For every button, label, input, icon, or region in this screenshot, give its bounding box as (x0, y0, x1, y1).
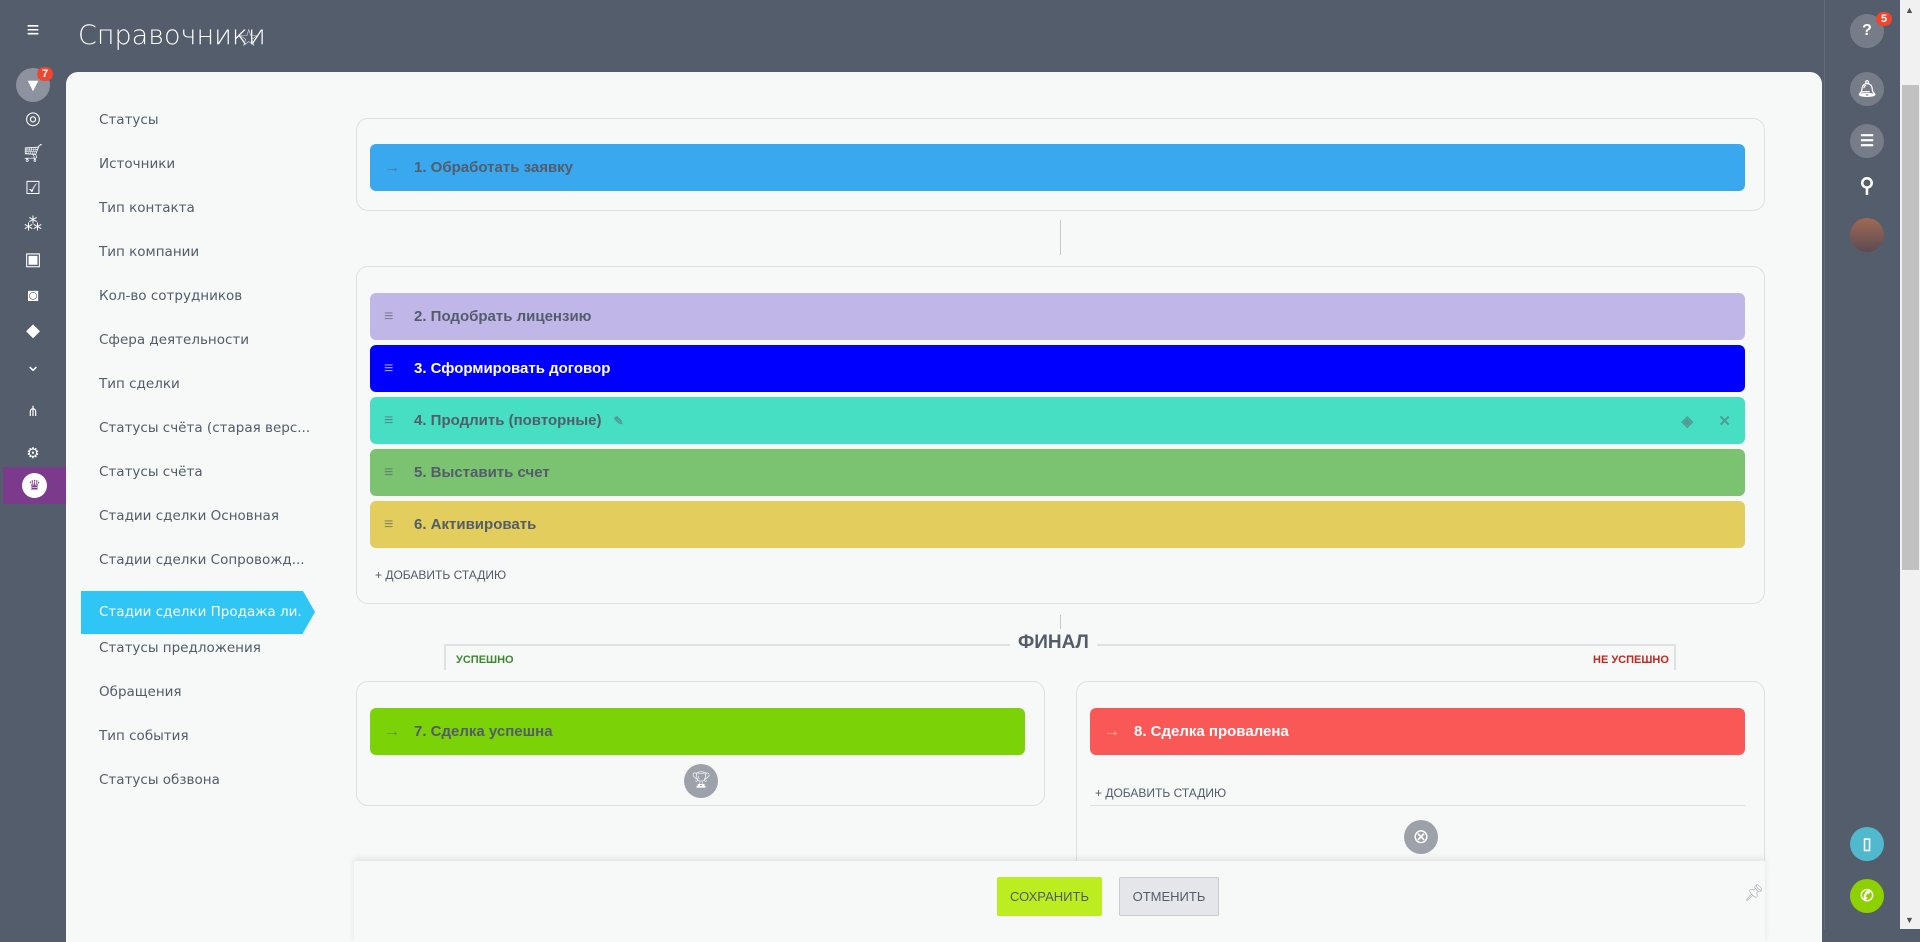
stage-label: 6. Активировать (414, 516, 537, 533)
active-arrow (303, 591, 315, 633)
gear-icon[interactable]: ⚙ (18, 438, 48, 468)
sidebar-item[interactable]: Тип сделки (99, 376, 180, 392)
drag-handle-icon[interactable]: ≡ (384, 308, 404, 326)
search-icon[interactable]: ⚲ (1850, 168, 1884, 202)
chevron-down-icon[interactable]: ⌄ (18, 350, 48, 380)
stage-bar[interactable]: ≡ 4. Продлить (повторные) ✎ ◈ ✕ (370, 397, 1745, 444)
fail-label: НЕ УСПЕШНО (1593, 654, 1669, 666)
sidebar-item[interactable]: Тип компании (99, 244, 199, 260)
crown-button[interactable]: ♛ (3, 467, 66, 504)
bell-icon[interactable]: 🔔︎ (1850, 72, 1884, 106)
stage-bar[interactable]: → 1. Обработать заявку (370, 144, 1745, 191)
connector (1060, 615, 1061, 629)
cancel-button[interactable]: ОТМЕНИТЬ (1119, 877, 1219, 916)
drag-handle-icon[interactable]: ≡ (384, 412, 404, 430)
network-icon[interactable]: ⁂ (18, 209, 48, 239)
arrow-right-icon: → (384, 158, 400, 176)
edit-icon[interactable]: ✎ (614, 414, 624, 428)
menu-icon[interactable]: ≡ (18, 15, 48, 45)
stage-label: 7. Сделка успешна (414, 723, 553, 740)
chat-icon[interactable]: ☰ (1850, 124, 1884, 158)
stage-bar[interactable]: → 8. Сделка провалена (1090, 708, 1745, 755)
final-title: ФИНАЛ (1010, 632, 1097, 654)
footer-bar: СОХРАНИТЬ ОТМЕНИТЬ 📌︎ (354, 861, 1765, 942)
help-badge: 5 (1876, 12, 1893, 26)
crown-icon: ♛ (22, 473, 47, 498)
drag-handle-icon[interactable]: ≡ (384, 516, 404, 534)
stage-bar[interactable]: ≡ 5. Выставить счет (370, 449, 1745, 496)
stage-label: 2. Подобрать лицензию (414, 308, 592, 325)
trophy-icon: 🏆︎ (684, 764, 718, 798)
sidebar-item[interactable]: Обращения (99, 684, 182, 700)
sidebar-item[interactable]: Стадии сделки Основная (99, 508, 279, 524)
rightbar-divider (1824, 0, 1825, 929)
notification-badge: 7 (37, 67, 54, 81)
sidebar-item[interactable]: Стадии сделки Продажа ли... (81, 591, 303, 634)
stage-bar[interactable]: → 7. Сделка успешна (370, 708, 1025, 755)
save-button[interactable]: СОХРАНИТЬ (997, 877, 1102, 916)
sidebar-item[interactable]: Тип события (99, 728, 189, 744)
stage-bar[interactable]: ≡ 6. Активировать (370, 501, 1745, 548)
left-nav: ≡ ▼ 7 ◎ 🛒︎ ☑ ⁂ ▣ ◙ ◆ ⌄ ⋔ ⚙ + ♛ (0, 0, 66, 929)
sidebar-item[interactable]: Сфера деятельности (99, 332, 249, 348)
arrow-right-icon: → (1104, 722, 1120, 740)
success-label: УСПЕШНО (456, 654, 514, 666)
fail-cross-icon: ⊗ (1404, 820, 1438, 854)
task-icon[interactable]: ☑ (18, 173, 48, 203)
sidebar-item[interactable]: Статусы обзвона (99, 772, 220, 788)
box-icon[interactable]: ◆ (18, 315, 48, 345)
main-panel: Статусы Источники Тип контакта Тип компании… (66, 72, 1822, 942)
sidebar-item[interactable]: Статусы предложения (99, 640, 261, 656)
target-icon[interactable]: ◎ (18, 103, 48, 133)
stage-label: 8. Сделка провалена (1134, 723, 1289, 740)
pin-icon[interactable]: 📌︎ (1744, 883, 1764, 903)
success-box: → 7. Сделка успешна 🏆︎ (356, 681, 1045, 806)
scroll-up-icon[interactable]: ▲ (1905, 5, 1914, 15)
sidebar-item[interactable]: Источники (99, 156, 175, 172)
stage-label: 4. Продлить (повторные) (414, 412, 602, 429)
sidebar-item[interactable]: Статусы счёта (99, 464, 203, 480)
fail-box: → 8. Сделка провалена + ДОБАВИТЬ СТАДИЮ ⊗ (1076, 681, 1765, 881)
avatar[interactable] (1850, 218, 1884, 252)
close-icon[interactable]: ✕ (1718, 412, 1731, 430)
scrollbar-thumb[interactable] (1902, 85, 1919, 570)
mobile-cloud-icon[interactable]: ▯ (1850, 827, 1884, 861)
phone-icon[interactable]: ✆ (1850, 879, 1884, 913)
add-stage-button[interactable]: + ДОБАВИТЬ СТАДИЮ (375, 568, 506, 582)
cart-icon[interactable]: 🛒︎ (18, 138, 48, 168)
first-stage-box: → 1. Обработать заявку (356, 118, 1765, 211)
connector (1060, 220, 1061, 255)
paint-bucket-icon[interactable]: ◈ (1681, 412, 1693, 430)
sidebar-item[interactable]: Тип контакта (99, 200, 195, 216)
divider (1090, 805, 1745, 806)
sidebar-item[interactable]: Статусы счёта (старая верс... (99, 420, 310, 436)
scrollbar[interactable]: ▲ ▼ (1900, 0, 1920, 929)
stage-label: 5. Выставить счет (414, 464, 550, 481)
stage-bar[interactable]: ≡ 2. Подобрать лицензию (370, 293, 1745, 340)
sitemap-icon[interactable]: ⋔ (18, 396, 48, 426)
drag-handle-icon[interactable]: ≡ (384, 360, 404, 378)
robot-icon[interactable]: ◙ (18, 280, 48, 310)
middle-stages-box: ≡ 2. Подобрать лицензию ≡ 3. Сформировать д… (356, 266, 1765, 604)
stage-label: 3. Сформировать договор (414, 360, 611, 377)
star-icon[interactable]: ☆ (238, 24, 260, 53)
drag-handle-icon[interactable]: ≡ (384, 464, 404, 482)
sidebar-item[interactable]: Кол-во сотрудников (99, 288, 242, 304)
sidebar-item[interactable]: Статусы (99, 112, 159, 128)
sidebar-item[interactable]: Стадии сделки Сопровожд... (99, 552, 305, 568)
arrow-right-icon: → (384, 722, 400, 740)
stage-label: 1. Обработать заявку (414, 159, 574, 176)
contact-card-icon[interactable]: ▣ (18, 244, 48, 274)
scroll-down-icon[interactable]: ▼ (1905, 915, 1914, 925)
stage-bar[interactable]: ≡ 3. Сформировать договор (370, 345, 1745, 392)
add-stage-button[interactable]: + ДОБАВИТЬ СТАДИЮ (1095, 786, 1226, 800)
